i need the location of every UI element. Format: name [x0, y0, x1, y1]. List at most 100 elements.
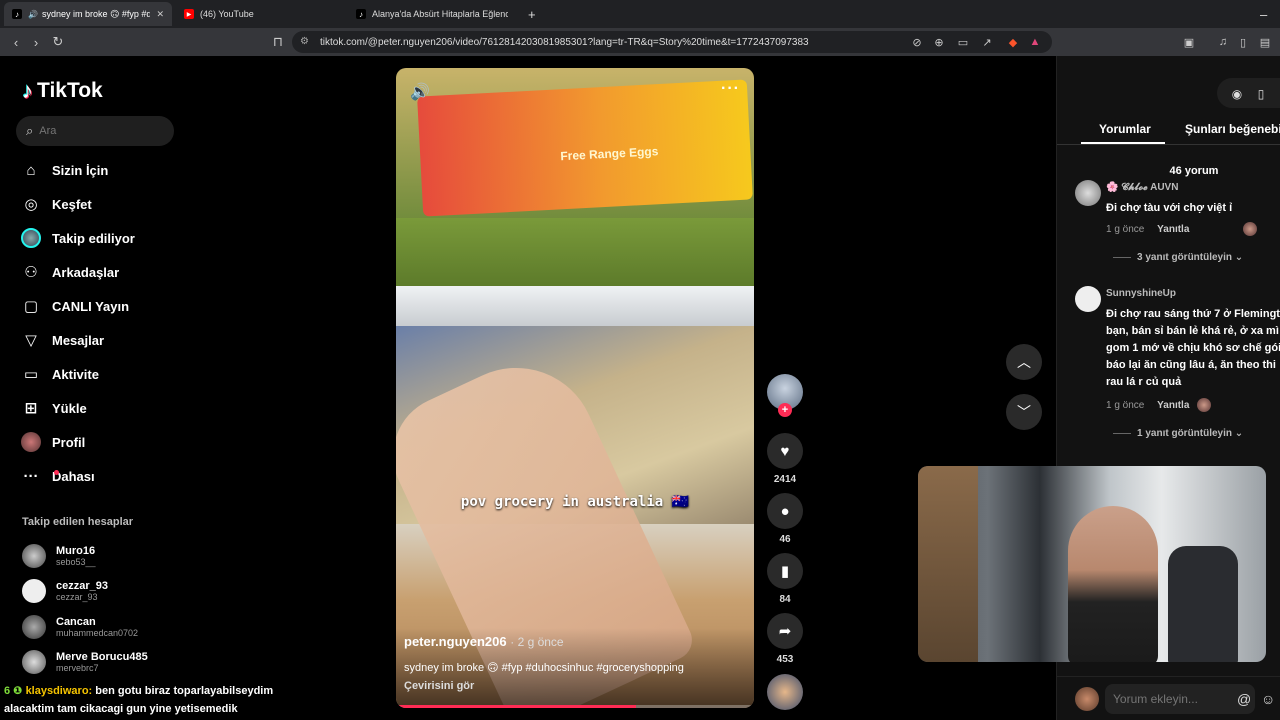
- bookmark-icon[interactable]: ▮: [767, 553, 803, 589]
- comment-input[interactable]: [1105, 684, 1255, 714]
- follow-plus-icon[interactable]: +: [778, 403, 792, 417]
- share-action[interactable]: ➦ 453: [767, 613, 803, 665]
- comment-text: Đi chợ rau sáng thứ 7 ở Flemingt: [1106, 308, 1280, 320]
- nav-label: Aktivite: [52, 366, 99, 382]
- comment-username[interactable]: SunnyshineUp: [1106, 288, 1176, 299]
- nav-label: Profil: [52, 434, 86, 450]
- nav-for-you[interactable]: ⌂ Sizin İçin: [20, 156, 108, 184]
- liked-by-creator-icon: [1243, 222, 1257, 236]
- more-options-icon[interactable]: ···: [721, 80, 740, 98]
- egg-box-label: Free Range Eggs: [560, 144, 659, 164]
- comment-age: 1 g önce: [1106, 400, 1145, 411]
- account-name: cezzar_93: [56, 580, 108, 592]
- tab-youtube[interactable]: ▶ (46) YouTube: [176, 2, 344, 26]
- previous-video-button[interactable]: ︿: [1006, 344, 1042, 380]
- reply-button[interactable]: Yanıtla: [1157, 224, 1189, 235]
- avatar[interactable]: [1075, 286, 1101, 312]
- split-view-icon[interactable]: ▯: [1236, 35, 1250, 49]
- comment-action[interactable]: ● 46: [767, 493, 803, 545]
- share-icon[interactable]: ↗: [980, 35, 994, 49]
- author-name[interactable]: peter.nguyen206: [404, 634, 507, 649]
- wallet-icon[interactable]: ▤: [1258, 35, 1272, 49]
- volume-icon[interactable]: 🔊: [410, 82, 430, 102]
- zoom-icon[interactable]: ⊕: [932, 35, 946, 49]
- share-count: 453: [776, 654, 794, 665]
- friends-icon: ⚇: [24, 264, 38, 281]
- nav-upload[interactable]: ⊞ Yükle: [20, 394, 87, 422]
- tiktok-logo[interactable]: ♪ TikTok: [22, 78, 103, 104]
- profile-icon: [20, 431, 42, 453]
- translate-link[interactable]: Çevirisini gör: [404, 680, 474, 692]
- music-icon[interactable]: ♫: [1216, 35, 1230, 49]
- compass-tool-icon[interactable]: ◉: [1226, 83, 1248, 105]
- post-age: · 2 g önce: [510, 635, 564, 649]
- bookmark-icon[interactable]: ⊓: [270, 34, 286, 50]
- tab-alanya[interactable]: ♪ Alanya'da Absürt Hitaplarla Eğlenceli: [348, 2, 516, 26]
- nav-more[interactable]: ··· Dahası: [20, 462, 95, 490]
- nav-label: Yükle: [52, 400, 87, 416]
- followed-account[interactable]: Merve Borucu485 mervebrc7: [22, 646, 148, 678]
- tab-label: Şunları beğenebilirsin: [1185, 122, 1280, 136]
- like-action[interactable]: ♥ 2414: [767, 433, 803, 485]
- nav-activity[interactable]: ▭ Aktivite: [20, 360, 99, 388]
- brave-shield-icon[interactable]: ◆: [1006, 35, 1020, 49]
- account-handle: muhammedcan0702: [56, 628, 139, 638]
- new-tab-icon[interactable]: +: [520, 2, 540, 26]
- nav-live[interactable]: ▢ CANLI Yayın: [20, 292, 129, 320]
- comment-text: bạn, bán sỉ bán lẻ khá rẻ, ở xa mì: [1106, 325, 1279, 337]
- heart-icon[interactable]: ♥: [767, 433, 803, 469]
- device-tool-icon[interactable]: ▯: [1250, 83, 1272, 105]
- video-player[interactable]: Free Range Eggs pov grocery in australia…: [396, 68, 754, 708]
- avatar[interactable]: [1075, 180, 1101, 206]
- view-replies-button[interactable]: 3 yanıt görüntüleyin ⌄: [1113, 252, 1243, 263]
- camera-off-icon[interactable]: ⊘: [910, 35, 924, 49]
- reply-button[interactable]: Yanıtla: [1157, 400, 1189, 411]
- like-count: 2414: [773, 474, 797, 485]
- nav-following[interactable]: Takip ediliyor: [20, 224, 135, 252]
- tab-label: Yorumlar: [1099, 122, 1151, 136]
- forward-icon[interactable]: ›: [28, 34, 44, 50]
- music-disc-avatar[interactable]: [767, 674, 803, 710]
- save-action[interactable]: ▮ 84: [767, 553, 803, 605]
- cast-icon[interactable]: ▭: [956, 35, 970, 49]
- chat-message: alacaktim tam cikacagi gun yine yetiseme…: [4, 703, 238, 715]
- followed-account[interactable]: cezzar_93 cezzar_93: [22, 575, 108, 607]
- site-info-icon[interactable]: ⚙: [300, 36, 309, 47]
- stream-chat-overlay: 6 ❶ klaysdiwaro: ben gotu biraz toparlay…: [4, 682, 273, 718]
- home-icon: ⌂: [26, 161, 36, 179]
- chevron-down-icon: ﹀: [1017, 404, 1031, 420]
- back-icon[interactable]: ‹: [8, 34, 24, 50]
- minimize-icon[interactable]: –: [1252, 2, 1272, 26]
- close-tab-icon[interactable]: ✕: [156, 9, 164, 20]
- next-video-button[interactable]: ﹀: [1006, 394, 1042, 430]
- avatar-icon: [20, 227, 42, 249]
- tab-you-may-like[interactable]: Şunları beğenebilirsin: [1185, 122, 1280, 136]
- mention-icon[interactable]: @: [1237, 691, 1251, 707]
- tab-tiktok[interactable]: ♪ 🔊 sydney im broke 🙃 #fyp #du ✕: [4, 2, 172, 26]
- followed-account[interactable]: Muro16 sebo53__: [22, 540, 96, 572]
- brave-rewards-icon[interactable]: ▲: [1028, 35, 1042, 49]
- comment-username[interactable]: 🌸 𝓒𝓱𝓵𝓸𝓮 AUVN: [1106, 182, 1178, 193]
- view-replies-button[interactable]: 1 yanıt görüntüleyin ⌄: [1113, 428, 1243, 439]
- account-handle: mervebrc7: [56, 663, 99, 673]
- nav-profile[interactable]: Profil: [20, 428, 85, 456]
- comment-icon[interactable]: ●: [767, 493, 803, 529]
- reload-icon[interactable]: ↻: [50, 34, 66, 50]
- sidebar-toggle-icon[interactable]: ▣: [1182, 35, 1196, 49]
- emoji-icon[interactable]: ☺: [1261, 691, 1275, 707]
- video-author[interactable]: peter.nguyen206 · 2 g önce: [404, 634, 564, 649]
- nav-explore[interactable]: ◎ Keşfet: [20, 190, 91, 218]
- comment-text: gom 1 mớ về chịu khó sơ chế gói: [1106, 342, 1280, 354]
- search-box[interactable]: ⌕: [16, 116, 174, 146]
- followed-account[interactable]: Cancan muhammedcan0702: [22, 611, 138, 643]
- nav-messages[interactable]: ▽ Mesajlar: [20, 326, 104, 354]
- tab-comments[interactable]: Yorumlar: [1099, 122, 1151, 136]
- search-input[interactable]: [39, 125, 160, 137]
- share-arrow-icon[interactable]: ➦: [767, 613, 803, 649]
- comment-text: Đi chợ tàu với chợ việt ỉ: [1106, 202, 1233, 214]
- egg-box: Free Range Eggs: [417, 79, 753, 217]
- tab-title: sydney im broke 🙃 #fyp #du: [41, 8, 151, 19]
- video-progress-bar[interactable]: [396, 705, 754, 708]
- replies-label: 3 yanıt görüntüleyin: [1137, 252, 1233, 263]
- nav-friends[interactable]: ⚇ Arkadaşlar: [20, 258, 119, 286]
